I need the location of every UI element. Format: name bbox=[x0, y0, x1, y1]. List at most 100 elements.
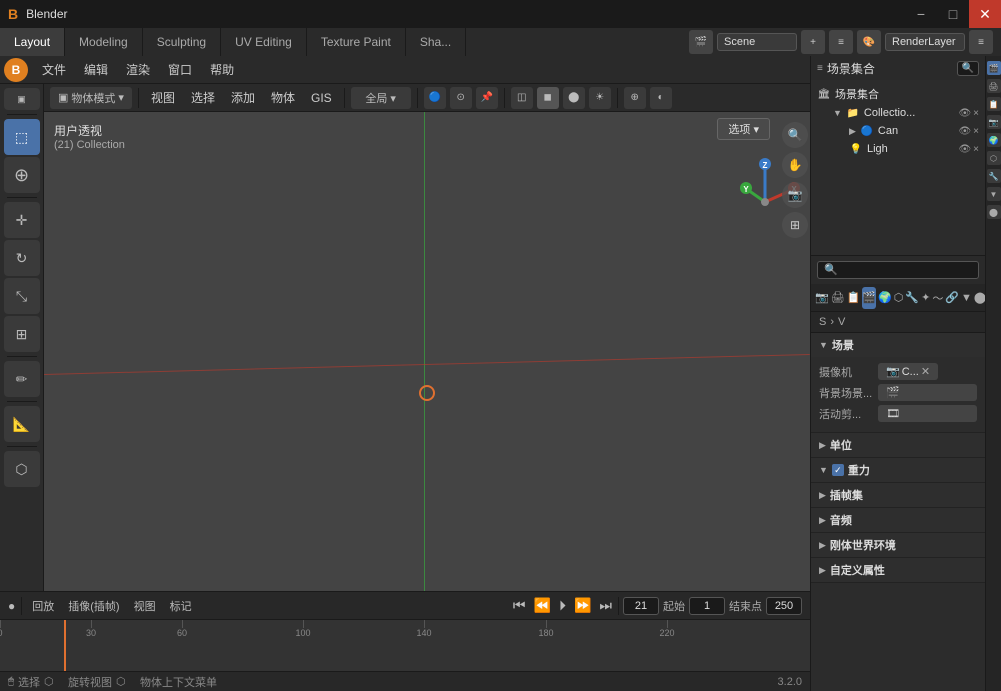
menu-render[interactable]: 渲染 bbox=[118, 56, 158, 84]
prop-object-icon[interactable]: ⬡ bbox=[894, 287, 904, 309]
tab-sculpting[interactable]: Sculpting bbox=[143, 28, 221, 56]
tab-texture-paint[interactable]: Texture Paint bbox=[307, 28, 406, 56]
viewport-canvas[interactable]: 用户透视 (21) Collection 选项 ▾ bbox=[44, 112, 810, 591]
bg-scene-btn[interactable]: 🎬 bbox=[878, 384, 977, 401]
collection-visibility-icon[interactable]: 👁 bbox=[958, 108, 971, 119]
active-clip-btn[interactable]: 🎞 bbox=[878, 405, 977, 422]
sidebar-output-icon[interactable]: 🖨 bbox=[987, 79, 1001, 93]
prop-constraints-icon[interactable]: 🔗 bbox=[945, 287, 959, 309]
prop-particles-icon[interactable]: ✦ bbox=[921, 287, 930, 309]
move-tool-btn[interactable]: ✛ bbox=[4, 202, 40, 238]
shading-solid[interactable]: ◼ bbox=[537, 87, 559, 109]
zoom-in-btn[interactable]: 🔍 bbox=[782, 122, 808, 148]
tab-shading[interactable]: Sha... bbox=[406, 28, 466, 56]
prev-keyframe-btn[interactable]: ⏪ bbox=[532, 597, 553, 614]
jump-end-btn[interactable]: ⏭ bbox=[597, 597, 614, 614]
section-rigid-body-header[interactable]: ▶ 刚体世界环境 bbox=[811, 533, 985, 557]
camera-btn[interactable]: 📷 bbox=[782, 182, 808, 208]
menu-object[interactable]: 物体 bbox=[265, 89, 301, 106]
snap-to-icon[interactable]: 📌 bbox=[476, 87, 498, 109]
next-keyframe-btn[interactable]: ⏩ bbox=[572, 597, 593, 614]
menu-markers[interactable]: 标记 bbox=[166, 598, 196, 614]
viewport-mode-selector[interactable]: ▣ 物体模式 ▾ bbox=[50, 87, 132, 109]
outliner-row-scene[interactable]: 🏛 场景集合 bbox=[815, 84, 981, 104]
prop-modifier-icon[interactable]: 🔧 bbox=[905, 287, 919, 309]
prop-world-icon[interactable]: 🌍 bbox=[878, 287, 892, 309]
tab-modeling[interactable]: Modeling bbox=[65, 28, 143, 56]
menu-playback[interactable]: 回放 bbox=[28, 598, 58, 614]
prop-output-icon[interactable]: 🖨 bbox=[831, 287, 845, 309]
3d-cursor[interactable] bbox=[419, 385, 435, 401]
menu-gis[interactable]: GIS bbox=[305, 91, 338, 105]
ligh-restrict-icon[interactable]: × bbox=[973, 144, 979, 155]
properties-search[interactable] bbox=[817, 261, 979, 279]
menu-window[interactable]: 窗口 bbox=[160, 56, 200, 84]
ligh-visibility-icon[interactable]: 👁 bbox=[958, 144, 971, 155]
overlay-btn[interactable]: ⊕ bbox=[624, 87, 646, 109]
prop-view-layer-icon[interactable]: 📋 bbox=[847, 287, 861, 309]
scene-field[interactable] bbox=[717, 33, 797, 51]
minimize-button[interactable]: − bbox=[905, 0, 937, 28]
select-options-btn[interactable]: 选项 ▾ bbox=[717, 118, 770, 140]
menu-view-tl[interactable]: 视图 bbox=[130, 598, 160, 614]
shading-wireframe[interactable]: ◫ bbox=[511, 87, 533, 109]
outliner-row-collection[interactable]: ▼ 📁 Collectio... 👁 × bbox=[815, 104, 981, 122]
outliner-row-can[interactable]: ▶ 🔵 Can 👁 × bbox=[815, 122, 981, 140]
proportional-icon[interactable]: ⊙ bbox=[450, 87, 472, 109]
camera-value-btn[interactable]: 📷 C... ✕ bbox=[878, 363, 938, 380]
shading-rendered[interactable]: ☀ bbox=[589, 87, 611, 109]
sidebar-data-icon[interactable]: ▼ bbox=[987, 187, 1001, 201]
scene-browse-icon[interactable]: ≡ bbox=[829, 30, 853, 54]
section-scene-header[interactable]: ▼ 场景 bbox=[811, 333, 985, 357]
xray-btn[interactable]: ◐ bbox=[650, 87, 672, 109]
pan-btn[interactable]: ✋ bbox=[782, 152, 808, 178]
start-frame-input[interactable] bbox=[689, 597, 725, 615]
sidebar-render-icon[interactable]: 📷 bbox=[987, 115, 1001, 129]
sidebar-scene-icon[interactable]: 🎬 bbox=[987, 61, 1001, 75]
sidebar-object-icon[interactable]: ⬡ bbox=[987, 151, 1001, 165]
menu-select[interactable]: 选择 bbox=[185, 89, 221, 106]
menu-view[interactable]: 视图 bbox=[145, 89, 181, 106]
menu-file[interactable]: 文件 bbox=[34, 56, 74, 84]
section-audio-header[interactable]: ▶ 音频 bbox=[811, 508, 985, 532]
menu-add[interactable]: 添加 bbox=[225, 89, 261, 106]
tab-layout[interactable]: Layout bbox=[0, 28, 65, 56]
timeline-bar[interactable]: 0 30 60 100 140 180 220 bbox=[0, 620, 810, 671]
scale-tool-btn[interactable]: ⤡ bbox=[4, 278, 40, 314]
prop-physics-icon[interactable]: 〜 bbox=[932, 287, 943, 309]
menu-edit[interactable]: 编辑 bbox=[76, 56, 116, 84]
snap-icon[interactable]: 🔵 bbox=[424, 87, 446, 109]
play-btn[interactable]: ⏵ bbox=[557, 597, 568, 614]
prop-data-icon[interactable]: ▼ bbox=[961, 287, 972, 309]
cursor-tool-btn[interactable]: ⊕ bbox=[4, 157, 40, 193]
section-keyframe-header[interactable]: ▶ 插帧集 bbox=[811, 483, 985, 507]
jump-start-btn[interactable]: ⏮ bbox=[511, 597, 528, 614]
camera-x-icon[interactable]: ✕ bbox=[921, 365, 930, 378]
renderlayer-field[interactable] bbox=[885, 33, 965, 51]
playhead[interactable] bbox=[64, 620, 66, 671]
mode-selector-btn[interactable]: ▣ bbox=[4, 88, 40, 110]
outliner-search[interactable]: 🔍 bbox=[957, 61, 979, 76]
collection-restrict-icon[interactable]: × bbox=[973, 108, 979, 119]
close-button[interactable]: ✕ bbox=[969, 0, 1001, 28]
renderlayer-browse-icon[interactable]: ≡ bbox=[969, 30, 993, 54]
shading-material[interactable]: ⬤ bbox=[563, 87, 585, 109]
gravity-checkbox[interactable]: ✓ bbox=[832, 464, 844, 476]
grid-btn[interactable]: ⊞ bbox=[782, 212, 808, 238]
prop-render-icon[interactable]: 📷 bbox=[815, 287, 829, 309]
end-frame-input[interactable] bbox=[766, 597, 802, 615]
sidebar-view-layer-icon[interactable]: 📋 bbox=[987, 97, 1001, 111]
measure-tool-btn[interactable]: 📐 bbox=[4, 406, 40, 442]
transform-tool-btn[interactable]: ⊞ bbox=[4, 316, 40, 352]
prop-scene-icon[interactable]: 🎬 bbox=[862, 287, 876, 309]
rotate-tool-btn[interactable]: ↻ bbox=[4, 240, 40, 276]
select-tool-btn[interactable]: ⬚ bbox=[4, 119, 40, 155]
menu-help[interactable]: 帮助 bbox=[202, 56, 242, 84]
menu-keying[interactable]: 插像(插帧) bbox=[64, 598, 123, 614]
current-frame-input[interactable] bbox=[623, 597, 659, 615]
tab-uv-editing[interactable]: UV Editing bbox=[221, 28, 307, 56]
section-custom-props-header[interactable]: ▶ 自定义属性 bbox=[811, 558, 985, 582]
can-restrict-icon[interactable]: × bbox=[973, 126, 979, 137]
section-unit-header[interactable]: ▶ 单位 bbox=[811, 433, 985, 457]
transform-global-btn[interactable]: 全局 ▾ bbox=[351, 87, 411, 109]
